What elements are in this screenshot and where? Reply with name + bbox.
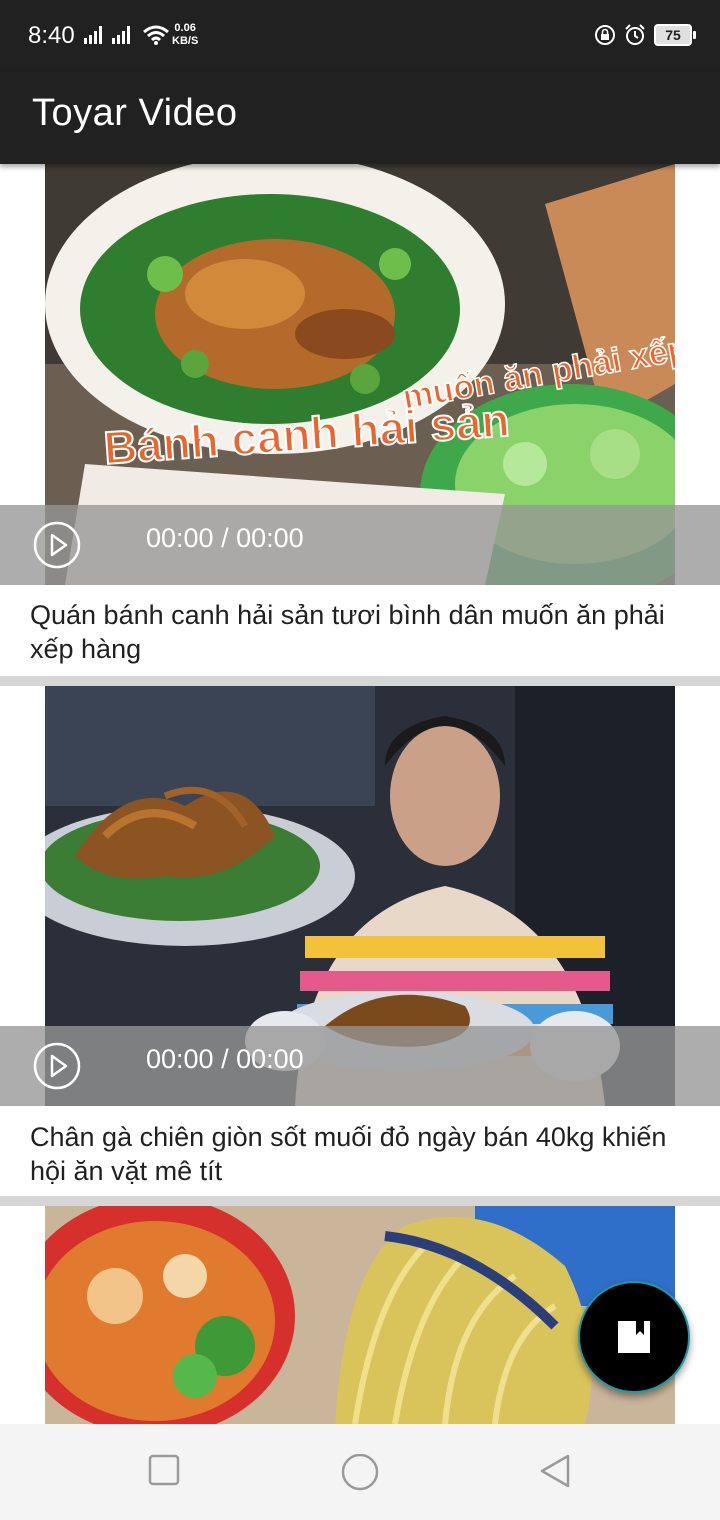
signal-icon-2: [112, 26, 130, 44]
rotation-lock-icon: [595, 25, 615, 45]
status-bar: 8:40 0.06 KB/S 75: [0, 0, 720, 72]
video-thumbnail[interactable]: [45, 1206, 675, 1424]
video-controls: 00:00 / 00:00: [0, 505, 720, 585]
video-controls: 00:00 / 00:00: [0, 1026, 720, 1106]
app-title: Toyar Video: [32, 92, 238, 134]
alarm-icon: [625, 24, 645, 45]
video-timecode: 00:00 / 00:00: [146, 1044, 304, 1074]
net-speed-unit: KB/S: [172, 35, 199, 47]
app-bar: Toyar Video: [0, 72, 720, 164]
video-title[interactable]: Chân gà chiên giòn sốt muối đỏ ngày bán …: [30, 1120, 700, 1188]
status-icons: 75: [594, 24, 696, 46]
battery-icon: 75: [654, 24, 696, 46]
bookmark-icon: [618, 1321, 650, 1353]
navigation-bar: [0, 1424, 720, 1520]
play-icon[interactable]: [33, 1042, 81, 1090]
net-speed: 0.06 KB/S: [172, 22, 198, 48]
bookmark-fab[interactable]: [578, 1281, 690, 1393]
video-timecode: 00:00 / 00:00: [146, 523, 304, 553]
play-icon[interactable]: [33, 521, 81, 569]
back-triangle-icon[interactable]: [538, 1454, 574, 1490]
net-speed-value: 0.06: [174, 22, 196, 34]
wifi-icon: [143, 25, 169, 45]
video-card[interactable]: Bánh canh hải sản muốn ăn phải xếp h 00:…: [0, 164, 720, 676]
video-title[interactable]: Quán bánh canh hải sản tươi bình dân muố…: [30, 598, 700, 666]
status-time: 8:40: [28, 22, 75, 49]
home-circle-icon[interactable]: [340, 1454, 380, 1494]
video-card[interactable]: 00:00 / 00:00 Chân gà chiên giòn sốt muố…: [0, 686, 720, 1196]
recents-square-icon[interactable]: [148, 1454, 182, 1488]
signal-icon: [84, 26, 102, 44]
